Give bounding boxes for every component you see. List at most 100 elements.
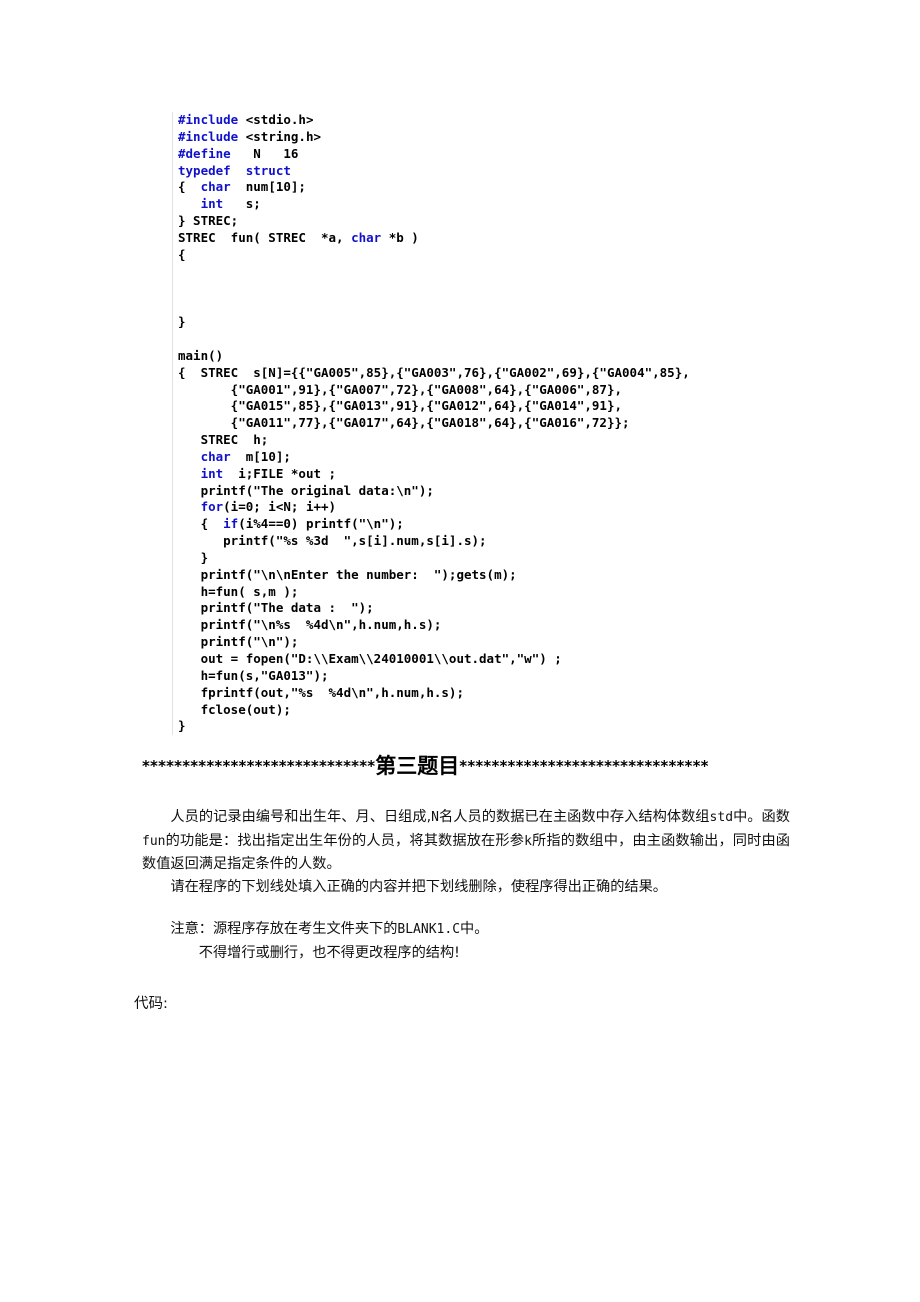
code-line: printf("\n%s %4d\n",h.num,h.s);: [178, 617, 832, 634]
code-line: printf("\n\nEnter the number: ");gets(m)…: [178, 567, 832, 584]
code-line: STREC h;: [178, 432, 832, 449]
code-line: out = fopen("D:\\Exam\\24010001\\out.dat…: [178, 651, 832, 668]
code-line: printf("\n");: [178, 634, 832, 651]
code-line: char m[10];: [178, 449, 832, 466]
code-text: printf("The data : ");: [178, 600, 374, 616]
code-line: {: [178, 247, 832, 264]
code-line: int s;: [178, 196, 832, 213]
code-text: <stdio.h>: [238, 112, 314, 127]
code-text: (i=0; i<N; i++): [223, 499, 337, 515]
code-line: { if(i%4==0) printf("\n");: [178, 516, 832, 533]
code-line: fprintf(out,"%s %4d\n",h.num,h.s);: [178, 685, 832, 702]
code-keyword: int: [200, 196, 224, 212]
code-text: num[10];: [230, 179, 306, 195]
code-text: printf("%s %3d ",s[i].num,s[i].s);: [178, 533, 487, 549]
code-text: fprintf(out,"%s %4d\n",h.num,h.s);: [178, 684, 464, 700]
code-line: {"GA001",91},{"GA007",72},{"GA008",64},{…: [178, 382, 832, 399]
code-line: }: [178, 314, 832, 331]
problem-description: 人员的记录由编号和出生年、月、日组成,N名人员的数据已在主函数中存入结构体数组s…: [142, 806, 790, 898]
code-line: fclose(out);: [178, 702, 832, 719]
desc-mono-std: std: [709, 810, 734, 825]
code-text: s;: [223, 196, 261, 212]
section-title: 第三题目: [375, 754, 460, 778]
code-keyword: int: [200, 465, 224, 481]
code-line: int i;FILE *out ;: [178, 466, 832, 483]
code-keyword: for: [200, 499, 224, 515]
code-text: h=fun(s,"GA013");: [178, 667, 329, 683]
code-text: }: [178, 549, 209, 565]
code-text: {: [178, 516, 224, 532]
code-text: {: [178, 246, 186, 262]
code-text: *b ): [381, 229, 419, 245]
code-keyword: char: [200, 179, 231, 195]
code-line: {"GA015",85},{"GA013",91},{"GA012",64},{…: [178, 398, 832, 415]
code-text: }: [178, 314, 186, 330]
desc-text-c: 中。函数: [733, 809, 790, 825]
code-text: N 16: [230, 145, 299, 161]
note-text-b: 中。: [460, 921, 489, 937]
code-line: } STREC;: [178, 213, 832, 230]
code-line: typedef struct: [178, 163, 832, 180]
code-keyword: #include: [178, 128, 239, 144]
code-text: printf("\n");: [178, 634, 299, 650]
code-text: (i%4==0) printf("\n");: [238, 516, 404, 532]
code-line: #define N 16: [178, 146, 832, 163]
code-line: printf("The original data:\n");: [178, 483, 832, 500]
note-line-1: 注意：源程序存放在考生文件夹下的BLANK1.C中。: [142, 918, 790, 942]
description-paragraph-1: 人员的记录由编号和出生年、月、日组成,N名人员的数据已在主函数中存入结构体数组s…: [142, 806, 790, 876]
desc-text-b: 名人员的数据已在主函数中存入结构体数组: [439, 809, 710, 825]
code-keyword: #define: [178, 145, 231, 161]
code-line: { char num[10];: [178, 179, 832, 196]
code-text: m[10];: [230, 448, 291, 464]
separator-stars-right: *******************************: [459, 757, 709, 775]
note-text-a: 注意：源程序存放在考生文件夹下的: [170, 921, 398, 937]
code-line: #include <stdio.h>: [178, 112, 832, 129]
code-line: { STREC s[N]={{"GA005",85},{"GA003",76},…: [178, 365, 832, 382]
code-text: }: [178, 718, 186, 734]
code-text: h=fun( s,m );: [178, 583, 299, 599]
code-line: main(): [178, 348, 832, 365]
code-line: }: [178, 550, 832, 567]
desc-mono-k: k: [524, 833, 532, 849]
code-keyword: if: [223, 516, 239, 532]
code-keyword: char: [200, 448, 231, 464]
code-text: { STREC s[N]={{"GA005",85},{"GA003",76},…: [178, 364, 690, 380]
code-text: i;FILE *out ;: [223, 465, 337, 481]
code-line: h=fun( s,m );: [178, 584, 832, 601]
code-text: {"GA001",91},{"GA007",72},{"GA008",64},{…: [178, 381, 623, 397]
code-answer-label: 代码:: [134, 996, 168, 1012]
desc-mono-n: N: [431, 810, 439, 825]
code-text: {"GA015",85},{"GA013",91},{"GA012",64},{…: [178, 398, 623, 414]
code-line: {"GA011",77},{"GA017",64},{"GA018",64},{…: [178, 415, 832, 432]
code-text: } STREC;: [178, 213, 239, 229]
c-code-listing: #include <stdio.h> #include <string.h> #de…: [172, 112, 832, 736]
code-text: printf("The original data:\n");: [178, 482, 434, 498]
desc-mono-fun: fun: [142, 833, 166, 849]
code-keyword: char: [351, 229, 382, 245]
section-separator-heading: *****************************第三题目*******…: [142, 750, 782, 780]
code-keyword: typedef struct: [178, 162, 291, 178]
exam-notes: 注意：源程序存放在考生文件夹下的BLANK1.C中。 不得增行或删行，也不得更改…: [142, 918, 790, 964]
code-line: #include <string.h>: [178, 129, 832, 146]
code-line: printf("The data : ");: [178, 600, 832, 617]
code-text: printf("\n%s %4d\n",h.num,h.s);: [178, 617, 442, 633]
code-line: for(i=0; i<N; i++): [178, 499, 832, 516]
code-text: <string.h>: [238, 128, 322, 144]
code-line: }: [178, 718, 832, 735]
code-text: printf("\n\nEnter the number: ");gets(m)…: [178, 566, 517, 582]
code-line: printf("%s %3d ",s[i].num,s[i].s);: [178, 533, 832, 550]
code-text: STREC fun( STREC *a,: [178, 229, 352, 245]
code-text: {: [178, 179, 201, 195]
code-line: STREC fun( STREC *a, char *b ): [178, 230, 832, 247]
code-text: STREC h;: [178, 432, 269, 448]
code-text: main(): [178, 347, 224, 363]
code-keyword: #include: [178, 112, 239, 127]
